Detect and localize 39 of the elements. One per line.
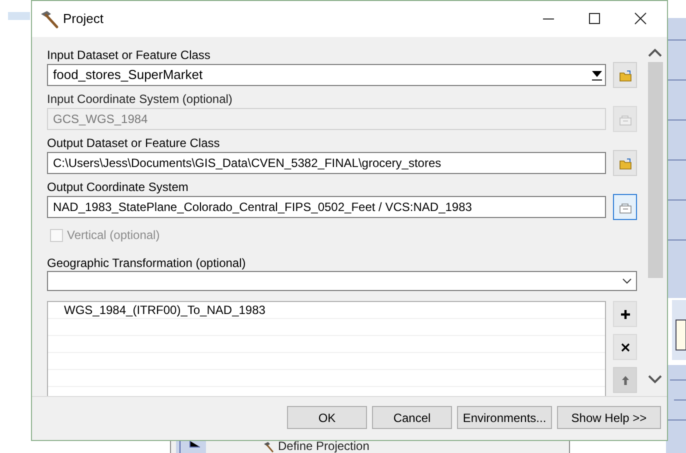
list-item[interactable]: WGS_1984_(ITRF00)_To_NAD_1983	[48, 302, 605, 319]
field-label: Input Dataset or Feature Class	[47, 47, 212, 63]
move-up-button[interactable]	[613, 367, 637, 393]
scroll-down-icon[interactable]	[647, 374, 663, 384]
cancel-button[interactable]: Cancel	[372, 406, 452, 429]
plus-icon[interactable]	[620, 308, 630, 320]
panel-strip	[8, 12, 30, 20]
checkbox-label: Vertical (optional)	[67, 227, 160, 244]
scroll-up-icon[interactable]	[647, 48, 663, 58]
hammer-icon	[39, 9, 59, 29]
environments-button[interactable]: Environments...	[457, 406, 552, 429]
folder-icon[interactable]	[618, 156, 632, 170]
briefcase-icon[interactable]	[618, 200, 632, 214]
scroll-thumb[interactable]	[648, 62, 663, 278]
hammer-icon	[262, 440, 274, 452]
dataset-dropdown[interactable]: food_stores_SuperMarket	[47, 64, 606, 86]
add-button[interactable]	[613, 301, 637, 327]
remove-button[interactable]	[613, 334, 637, 360]
input-field: GCS_WGS_1984	[47, 108, 606, 130]
input-field[interactable]: NAD_1983_StatePlane_Colorado_Central_FIPS_0502_Feet / VCS:NAD_1983	[47, 196, 606, 218]
coordinate-system-button[interactable]	[613, 194, 637, 220]
close-icon[interactable]	[620, 342, 630, 352]
ok-button[interactable]: OK	[287, 406, 367, 429]
input-field[interactable]: C:\Users\Jess\Documents\GIS_Data\CVEN_5382_FINAL\grocery_stores	[47, 152, 606, 174]
browse-folder-button[interactable]	[613, 150, 637, 176]
folder-icon[interactable]	[618, 68, 632, 82]
field-label: Output Dataset or Feature Class	[47, 135, 221, 151]
show-help-button[interactable]: Show Help >>	[557, 406, 661, 429]
arrow-up-icon[interactable]	[620, 374, 630, 386]
chevron-down-icon[interactable]	[622, 278, 632, 284]
briefcase-icon	[618, 112, 632, 126]
tool-label[interactable]: Define Projection	[278, 440, 370, 453]
field-label: Geographic Transformation (optional)	[47, 256, 247, 270]
transformation-dropdown[interactable]	[47, 271, 637, 291]
window-title: Project	[63, 10, 104, 28]
dropdown-arrow-icon[interactable]	[591, 68, 603, 82]
browse-folder-button[interactable]	[613, 62, 637, 88]
field-label: Input Coordinate System (optional)	[47, 91, 234, 107]
field-label: Output Coordinate System	[47, 179, 190, 195]
